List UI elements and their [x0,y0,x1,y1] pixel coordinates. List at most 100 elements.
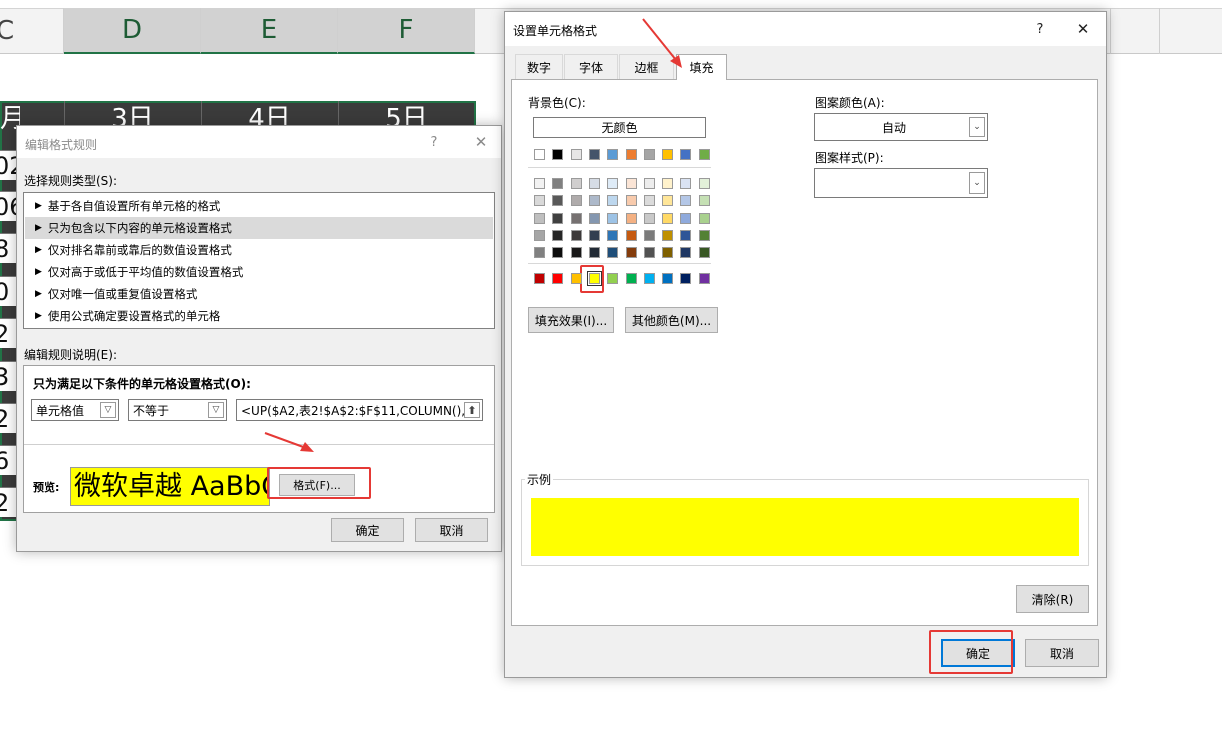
cell-fragment[interactable]: 6 [0,445,16,475]
color-swatch[interactable] [534,273,545,284]
fill-effects-button[interactable]: 填充效果(I)... [528,307,614,333]
format-button[interactable]: 格式(F)... [279,474,355,496]
color-swatch[interactable] [571,229,582,241]
cell-fragment[interactable]: 06 [0,191,16,221]
cell-fragment[interactable]: 0 [0,276,16,306]
color-swatch[interactable] [626,178,637,189]
color-swatch[interactable] [571,247,582,259]
cell-fragment[interactable]: 2 [0,487,16,517]
color-swatch[interactable] [644,247,655,259]
color-swatch[interactable] [680,149,691,160]
color-swatch[interactable] [607,149,618,160]
close-button[interactable]: ✕ [1071,19,1095,39]
cell-fragment[interactable]: 2 [0,318,16,348]
collapse-dialog-icon[interactable]: ⬆ [464,402,480,418]
color-swatch[interactable] [680,273,691,284]
color-swatch[interactable] [589,195,600,207]
color-swatch[interactable] [662,247,673,259]
color-swatch[interactable] [699,195,710,207]
color-swatch[interactable] [626,273,637,284]
close-button[interactable]: ✕ [469,132,493,152]
color-swatch[interactable] [626,149,637,160]
color-swatch[interactable] [607,273,618,284]
color-swatch[interactable] [626,229,637,241]
color-swatch[interactable] [626,247,637,259]
rule-type-item-selected[interactable]: ▶ 只为包含以下内容的单元格设置格式 [25,217,493,239]
color-swatch[interactable] [589,178,600,189]
color-swatch[interactable] [680,178,691,189]
rule-type-item[interactable]: ▶ 仅对唯一值或重复值设置格式 [25,283,493,305]
color-swatch[interactable] [552,212,563,224]
color-swatch[interactable] [534,149,545,160]
cell-value-select[interactable]: 单元格值 ▽ [31,399,119,421]
operator-select[interactable]: 不等于 ▽ [128,399,227,421]
color-swatch[interactable] [571,149,582,160]
column-header-e[interactable]: E [201,8,338,54]
rule-type-item[interactable]: ▶ 仅对高于或低于平均值的数值设置格式 [25,261,493,283]
tab-font[interactable]: 字体 [564,54,618,79]
format-cells-titlebar[interactable]: 设置单元格格式 ? ✕ [505,12,1106,46]
color-swatch[interactable] [607,178,618,189]
rule-type-list[interactable]: ▶ 基于各自值设置所有单元格的格式 ▶ 只为包含以下内容的单元格设置格式 ▶ 仅对排名… [23,192,495,329]
color-swatch[interactable] [680,229,691,241]
tab-fill[interactable]: 填充 [676,54,727,80]
pattern-style-select[interactable]: ⌄ [814,168,988,198]
color-swatch[interactable] [571,178,582,189]
cell-fragment[interactable]: 3 [0,361,16,391]
column-header-c[interactable]: C [0,8,64,54]
color-swatch[interactable] [680,212,691,224]
edit-rule-titlebar[interactable]: 编辑格式规则 ? ✕ [17,126,501,158]
color-swatch[interactable] [626,195,637,207]
help-button[interactable]: ? [1028,19,1052,39]
color-swatch[interactable] [644,273,655,284]
no-color-button[interactable]: 无颜色 [533,117,706,138]
column-header-d[interactable]: D [64,8,201,54]
color-swatch[interactable] [552,178,563,189]
color-swatch[interactable] [607,195,618,207]
color-swatch[interactable] [626,212,637,224]
color-swatch[interactable] [589,212,600,224]
color-swatch[interactable] [552,149,563,160]
pattern-color-select[interactable]: 自动 ⌄ [814,113,988,141]
more-colors-button[interactable]: 其他颜色(M)... [625,307,718,333]
color-swatch[interactable] [644,178,655,189]
color-swatch[interactable] [680,195,691,207]
color-swatch[interactable] [534,195,545,207]
color-swatch[interactable] [534,212,545,224]
color-swatch[interactable] [589,149,600,160]
color-swatch[interactable] [699,273,710,284]
color-swatch[interactable] [589,229,600,241]
ok-button[interactable]: 确定 [941,639,1015,667]
color-swatch[interactable] [571,212,582,224]
rule-type-item[interactable]: ▶ 仅对排名靠前或靠后的数值设置格式 [25,239,493,261]
color-swatch[interactable] [662,195,673,207]
color-swatch[interactable] [607,247,618,259]
color-swatch[interactable] [644,212,655,224]
cancel-button[interactable]: 取消 [415,518,488,542]
color-swatch[interactable] [571,195,582,207]
color-swatch[interactable] [699,247,710,259]
color-swatch[interactable] [552,273,563,284]
color-swatch[interactable] [571,273,582,284]
color-swatch[interactable] [552,195,563,207]
color-swatch[interactable] [699,229,710,241]
color-swatch[interactable] [534,178,545,189]
color-swatch[interactable] [699,212,710,224]
color-swatch[interactable] [607,212,618,224]
color-swatch[interactable] [644,229,655,241]
color-swatch[interactable] [587,271,602,286]
formula-input[interactable]: <UP($A2,表2!$A$2:$F$11,COLUMN(),0) ⬆ [236,399,483,421]
ok-button[interactable]: 确定 [331,518,404,542]
rule-type-item[interactable]: ▶ 使用公式确定要设置格式的单元格 [25,305,493,327]
color-swatch[interactable] [644,195,655,207]
color-swatch[interactable] [662,212,673,224]
clear-button[interactable]: 清除(R) [1016,585,1089,613]
rule-type-item[interactable]: ▶ 基于各自值设置所有单元格的格式 [25,195,493,217]
color-swatch[interactable] [699,178,710,189]
cell-fragment[interactable]: 8 [0,233,16,263]
color-swatch[interactable] [534,247,545,259]
color-swatch[interactable] [607,229,618,241]
cell-fragment[interactable]: 02 [0,150,16,180]
color-swatch[interactable] [534,229,545,241]
tab-number[interactable]: 数字 [515,54,563,79]
